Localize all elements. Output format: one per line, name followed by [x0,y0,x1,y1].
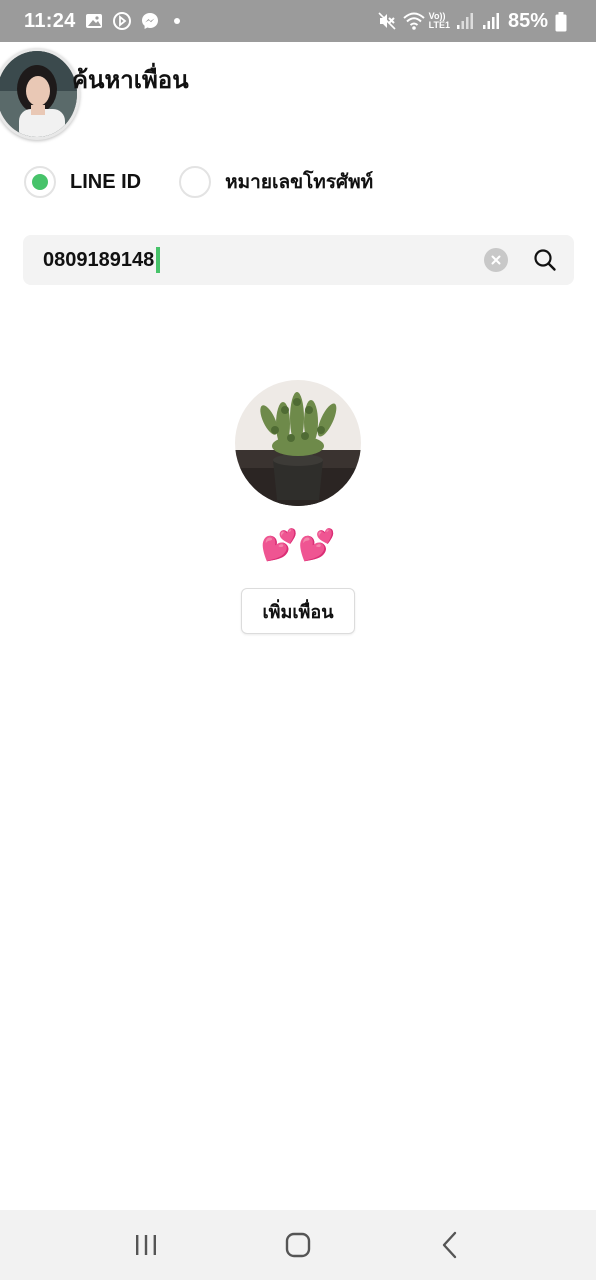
messenger-icon [140,11,160,31]
signal-icon [456,11,476,31]
radio-button-unselected[interactable] [179,166,212,198]
radio-line-id[interactable]: LINE ID [24,166,141,198]
search-icon[interactable] [532,247,558,273]
gallery-icon [84,11,104,31]
network-label-bottom: LTE1 [428,20,450,30]
search-input[interactable]: 0809189148 [23,235,574,285]
back-icon[interactable] [420,1215,480,1275]
radio-label-phone-number: หมายเลขโทรศัพท์ [225,171,374,193]
text-cursor [156,247,161,273]
battery-percent: 85% [507,9,548,32]
radio-dot [32,174,48,190]
radio-button-selected[interactable] [24,166,56,198]
clear-icon[interactable] [484,248,508,272]
add-friend-button[interactable]: เพิ่มเพื่อน [241,588,355,634]
status-bar-left: 11:24 [24,10,180,33]
search-input-value[interactable]: 0809189148 [43,247,161,273]
recent-apps-icon[interactable] [116,1215,176,1275]
status-time: 11:24 [24,9,76,32]
radio-phone-number[interactable]: หมายเลขโทรศัพท์ [179,166,373,198]
status-bar-right: Vo)) LTE1 85% [377,10,574,33]
radio-label-line-id: LINE ID [70,170,142,193]
home-icon[interactable] [268,1215,328,1275]
mute-icon [377,11,397,31]
system-nav-bar [0,1210,596,1280]
signal-icon [482,11,502,31]
search-value-text: 0809189148 [43,248,155,271]
screen-recorder-icon [112,11,132,31]
battery-icon [554,11,574,32]
notification-dot-icon [173,18,180,24]
status-bar: 11:24 Vo)) LTE1 85% [0,0,596,42]
network-type-label: Vo)) LTE1 [429,12,450,30]
page-title: ค้นหาเพื่อน [72,66,189,94]
result-profile-photo[interactable] [235,380,361,506]
result-display-name: 💕💕 [260,528,336,563]
search-type-selector: LINE ID หมายเลขโทรศัพท์ [24,166,411,198]
wifi-icon [402,11,425,31]
